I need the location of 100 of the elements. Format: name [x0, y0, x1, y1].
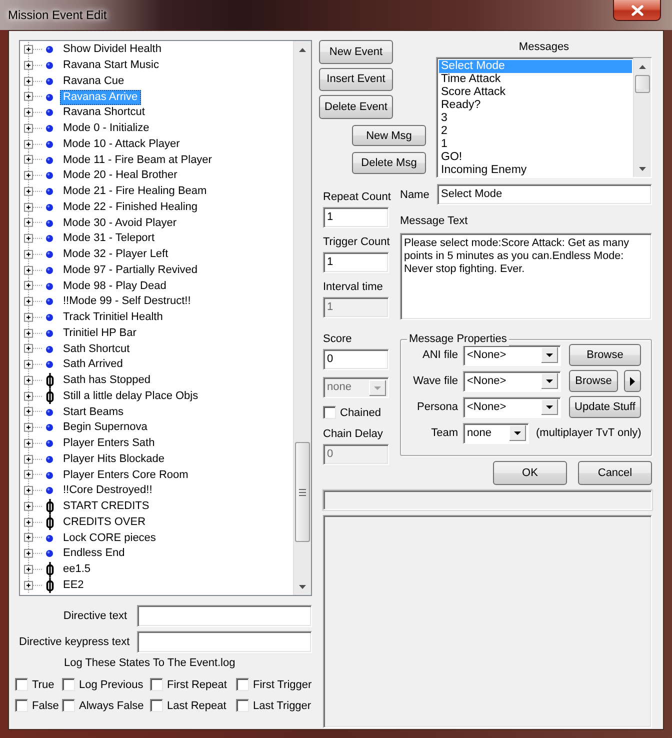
expand-icon[interactable] — [24, 262, 44, 278]
tree-item[interactable]: Ravana Cue — [60, 74, 128, 89]
dropdown[interactable]: <None> — [463, 396, 561, 418]
tree-item[interactable]: Mode 22 - Finished Healing — [60, 200, 201, 215]
input-field[interactable]: 1 — [323, 207, 389, 228]
tree-item[interactable]: Player Hits Blockade — [60, 452, 168, 467]
expand-icon[interactable] — [24, 420, 44, 436]
input-field[interactable]: 0 — [323, 349, 389, 370]
expand-icon[interactable] — [24, 388, 44, 404]
tree-item[interactable]: Mode 98 - Play Dead — [60, 278, 170, 294]
dropdown[interactable]: none — [463, 422, 529, 444]
expand-icon[interactable] — [24, 436, 44, 452]
dropdown[interactable]: <None> — [463, 344, 561, 366]
expand-icon[interactable] — [24, 215, 44, 231]
expand-icon[interactable] — [24, 246, 44, 262]
input-field[interactable] — [137, 631, 312, 653]
scroll-up-icon[interactable] — [639, 64, 646, 68]
dialog-button[interactable]: Cancel — [578, 461, 652, 485]
input-field[interactable]: 1 — [323, 252, 389, 273]
tree-item[interactable]: Trinitiel HP Bar — [60, 326, 140, 341]
checkbox[interactable] — [323, 406, 336, 419]
tree-item[interactable]: Sath Shortcut — [60, 342, 133, 357]
action-button[interactable]: Browse — [569, 370, 618, 392]
checkbox[interactable] — [15, 699, 28, 712]
tree-item[interactable]: Mode 0 - Initialize — [60, 121, 152, 136]
message-item[interactable]: 2 — [439, 125, 632, 138]
expand-icon[interactable] — [24, 514, 44, 530]
tree-item[interactable]: Show Dividel Health — [60, 42, 164, 58]
expand-icon[interactable] — [24, 341, 44, 357]
input-field[interactable] — [137, 605, 312, 627]
action-button[interactable]: Browse — [569, 344, 641, 366]
scrollbar[interactable] — [633, 58, 651, 177]
close-button[interactable] — [613, 0, 661, 21]
tree-item[interactable]: EE2 — [60, 578, 87, 593]
input-field[interactable]: Select Mode — [437, 184, 652, 205]
event-button[interactable]: Insert Event — [319, 68, 393, 92]
tree-item[interactable]: Mode 30 - Avoid Player — [60, 216, 180, 231]
tree-item[interactable]: Mode 10 - Attack Player — [60, 136, 183, 152]
expand-icon[interactable] — [24, 562, 44, 578]
scroll-thumb[interactable] — [295, 442, 310, 542]
expand-icon[interactable] — [24, 483, 44, 499]
message-item[interactable]: Score Attack — [439, 86, 632, 99]
expand-icon[interactable] — [24, 372, 44, 388]
checkbox[interactable] — [62, 678, 75, 691]
expand-icon[interactable] — [24, 152, 44, 168]
tree-item[interactable]: START CREDITS — [60, 499, 152, 514]
dialog-button[interactable]: OK — [493, 461, 567, 485]
expand-icon[interactable] — [24, 231, 44, 247]
scroll-down-icon[interactable] — [299, 584, 306, 588]
checkbox[interactable] — [150, 699, 163, 712]
tree-item[interactable]: Mode 97 - Partially Revived — [60, 262, 201, 278]
tree-item[interactable]: Mode 11 - Fire Beam at Player — [60, 152, 215, 168]
message-item[interactable]: Time Attack — [439, 73, 632, 86]
expand-icon[interactable] — [24, 310, 44, 326]
tree-item[interactable]: Mode 32 - Player Left — [60, 247, 172, 262]
expand-icon[interactable] — [24, 120, 44, 136]
checkbox[interactable] — [236, 699, 249, 712]
expand-icon[interactable] — [24, 105, 44, 121]
expand-icon[interactable] — [24, 326, 44, 342]
expand-icon[interactable] — [24, 136, 44, 152]
expand-icon[interactable] — [24, 578, 44, 594]
message-button[interactable]: New Msg — [352, 124, 426, 146]
checkbox[interactable] — [236, 678, 249, 691]
checkbox[interactable] — [15, 678, 28, 691]
expand-icon[interactable] — [24, 42, 44, 58]
message-item[interactable]: GO! — [439, 151, 632, 164]
expand-icon[interactable] — [24, 546, 44, 562]
tree-item[interactable]: CREDITS OVER — [60, 514, 149, 530]
tree-item[interactable]: Player Enters Sath — [60, 436, 158, 452]
tree-item[interactable]: Mode 31 - Teleport — [60, 231, 158, 246]
event-button[interactable]: Delete Event — [319, 95, 393, 119]
tree-item[interactable]: Start Beams — [60, 404, 127, 420]
tree-item[interactable]: Begin Supernova — [60, 420, 150, 436]
tree-item[interactable]: Sath Arrived — [60, 357, 126, 372]
tree-item[interactable]: Ravana Shortcut — [60, 105, 148, 120]
tree-item[interactable]: Mode 20 - Heal Brother — [60, 168, 180, 184]
play-button[interactable] — [624, 370, 641, 392]
dropdown[interactable]: <None> — [463, 370, 561, 392]
expand-icon[interactable] — [24, 89, 44, 105]
tree-item[interactable]: Endless End — [60, 546, 128, 562]
event-button[interactable]: New Event — [319, 40, 393, 64]
message-item[interactable]: 3 — [439, 112, 632, 125]
tree-item[interactable]: !!Core Destroyed!! — [60, 483, 156, 498]
expand-icon[interactable] — [24, 278, 44, 294]
checkbox[interactable] — [62, 699, 75, 712]
expand-icon[interactable] — [24, 357, 44, 373]
checkbox[interactable] — [150, 678, 163, 691]
tree-item[interactable]: ee1.5 — [60, 562, 94, 578]
expand-icon[interactable] — [24, 294, 44, 310]
expand-icon[interactable] — [24, 404, 44, 420]
expand-icon[interactable] — [24, 498, 44, 514]
tree-item[interactable]: Ravana Start Music — [60, 58, 162, 74]
scroll-up-icon[interactable] — [299, 48, 306, 52]
message-button[interactable]: Delete Msg — [352, 152, 426, 174]
action-button[interactable]: Update Stuff — [569, 396, 641, 418]
expand-icon[interactable] — [24, 467, 44, 483]
message-item[interactable]: 1 — [439, 138, 632, 151]
expand-icon[interactable] — [24, 530, 44, 546]
tree-item[interactable]: Mode 21 - Fire Healing Beam — [60, 184, 210, 200]
tree-item[interactable]: !!Mode 99 - Self Destruct!! — [60, 294, 194, 310]
